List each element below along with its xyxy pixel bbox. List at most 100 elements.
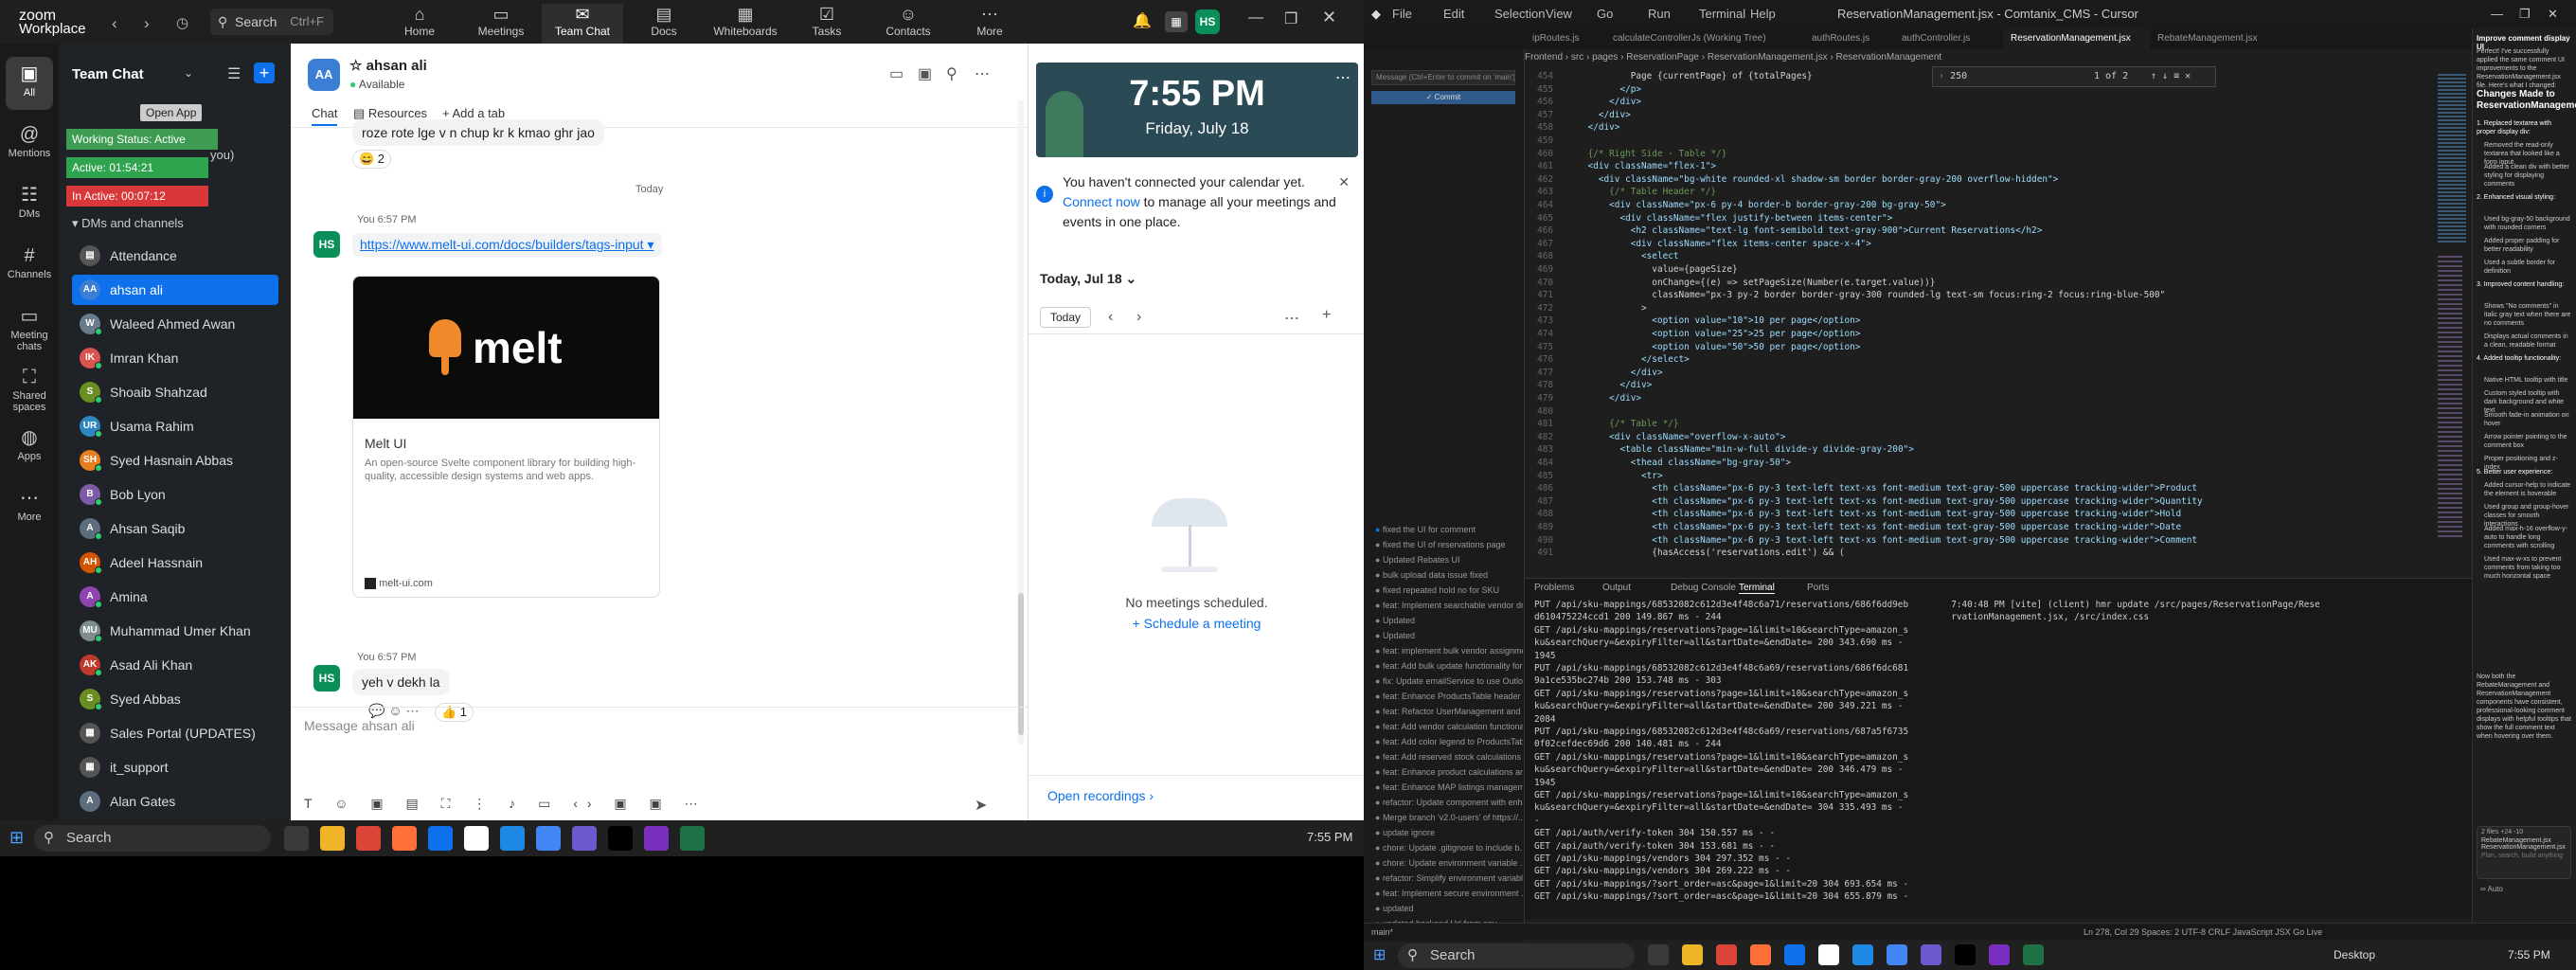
- commit-item[interactable]: ● chore: Update environment variable ...: [1375, 856, 1523, 870]
- sidebar-item-alan-gates[interactable]: A Alan Gates: [72, 786, 278, 817]
- filter-icon[interactable]: ☰: [227, 64, 241, 83]
- commit-item[interactable]: ● Updated: [1375, 614, 1523, 627]
- tab-chat[interactable]: Chat: [312, 106, 338, 126]
- minimap[interactable]: [2434, 66, 2472, 578]
- tab-meetings[interactable]: ▭ Meetings: [460, 4, 542, 44]
- menu-file[interactable]: File: [1392, 0, 1412, 28]
- taskbar-app-icon[interactable]: [572, 826, 597, 851]
- taskbar-app-icon[interactable]: [1887, 944, 1907, 965]
- commit-item[interactable]: ● feat: Enhance MAP listings managemen..…: [1375, 781, 1523, 794]
- maximize-icon[interactable]: ❐: [2519, 0, 2531, 28]
- taskbar-app-icon[interactable]: [536, 826, 561, 851]
- reaction-laugh[interactable]: 😄 2: [352, 150, 392, 169]
- taskbar-app-icon[interactable]: [428, 826, 453, 851]
- tab-add[interactable]: + Add a tab: [442, 106, 505, 120]
- open-app-button[interactable]: Open App: [140, 104, 203, 121]
- terminal-tab-problems[interactable]: Problems: [1534, 583, 1574, 593]
- sidebar-item-adeel-hassnain[interactable]: AH Adeel Hassnain: [72, 548, 278, 578]
- rail-all[interactable]: ▣ All: [6, 57, 53, 110]
- commit-button[interactable]: ✓ Commit: [1371, 91, 1515, 104]
- rail-dms[interactable]: ☷ DMs: [6, 178, 53, 231]
- commit-item[interactable]: ● fix: Update emailService to use Outloo…: [1375, 674, 1523, 688]
- commit-message-input[interactable]: Message (Ctrl+Enter to commit on 'main'): [1371, 70, 1515, 85]
- taskbar-app-icon[interactable]: [1648, 944, 1669, 965]
- forward-icon[interactable]: ›: [144, 14, 150, 33]
- commit-item[interactable]: ● feat: Implement secure environment ...: [1375, 887, 1523, 900]
- tab-home[interactable]: ⌂ Home: [379, 4, 460, 44]
- editor-tab[interactable]: authController.js: [1894, 28, 2003, 49]
- tab-more[interactable]: ⋯ More: [949, 4, 1030, 44]
- terminal-panel[interactable]: Problems Output Debug Console Terminal Ports…: [1525, 578, 2472, 919]
- menu-edit[interactable]: Edit: [1443, 0, 1464, 28]
- chat-scrollbar[interactable]: [1018, 100, 1024, 745]
- sidebar-item-it-support[interactable]: ▦ it_support: [72, 752, 278, 782]
- menu-help[interactable]: Help: [1750, 0, 1776, 28]
- taskbar-app-icon[interactable]: [644, 826, 669, 851]
- commit-item[interactable]: ● feat: Add color legend to ProductsTabl…: [1375, 735, 1523, 748]
- find-input[interactable]: 250: [1950, 71, 1967, 81]
- sidebar-item-syed-abbas[interactable]: S Syed Abbas: [72, 684, 278, 714]
- taskbar-app-icon[interactable]: [1818, 944, 1839, 965]
- close-notice-icon[interactable]: ✕: [1338, 172, 1350, 192]
- more-icon[interactable]: ⋯: [1284, 309, 1299, 328]
- taskbar-search[interactable]: ⚲ Search: [1398, 943, 1635, 968]
- send-icon[interactable]: ➤: [975, 796, 987, 815]
- contact-avatar[interactable]: AA: [308, 59, 340, 91]
- chevron-down-icon[interactable]: ⌄: [184, 66, 193, 80]
- taskbar-app-icon[interactable]: [1682, 944, 1703, 965]
- sidebar-item-attendance[interactable]: ▤ Attendance: [72, 241, 278, 271]
- calendar-day-label[interactable]: Today, Jul 18 ⌄: [1040, 271, 1136, 287]
- sidebar-item-waleed-ahmed-awan[interactable]: W Waleed Ahmed Awan: [72, 309, 278, 339]
- taskbar-app-icon[interactable]: [356, 826, 381, 851]
- new-chat-button[interactable]: +: [254, 63, 275, 83]
- commit-item[interactable]: ● bulk upload data issue fixed: [1375, 568, 1523, 582]
- sidebar-item-usama-rahim[interactable]: UR Usama Rahim: [72, 411, 278, 441]
- maximize-icon[interactable]: ❐: [1284, 9, 1297, 28]
- rail-more[interactable]: ⋯ More: [6, 481, 53, 534]
- editor-status[interactable]: Ln 278, Col 29 Spaces: 2 UTF-8 CRLF Java…: [2084, 924, 2322, 941]
- commit-item[interactable]: ● feat: Enhance product calculations and…: [1375, 765, 1523, 779]
- find-widget[interactable]: › 250 1 of 2 ↑ ↓ ≡ ✕: [1932, 66, 2216, 87]
- taskbar-app-icon[interactable]: [2023, 944, 2044, 965]
- commit-item[interactable]: ● Merge branch 'v2.0-users' of https://.…: [1375, 811, 1523, 824]
- editor-tab[interactable]: ipRoutes.js: [1525, 28, 1605, 49]
- prev-day-icon[interactable]: ‹: [1108, 309, 1113, 326]
- editor-tab[interactable]: RebateManagement.jsx: [2150, 28, 2273, 49]
- compose-toolbar[interactable]: T ☺ ▣ ▤ ⛶ ⋮ ♪ ▭ ‹› ▣ ▣ ⋯: [304, 796, 707, 812]
- bell-icon[interactable]: 🔔: [1133, 11, 1152, 30]
- add-event-icon[interactable]: +: [1322, 307, 1331, 324]
- rail-channels[interactable]: # Channels: [6, 239, 53, 292]
- message-link[interactable]: https://www.melt-ui.com/docs/builders/ta…: [352, 233, 662, 257]
- commit-item[interactable]: ● updated: [1375, 902, 1523, 915]
- next-day-icon[interactable]: ›: [1136, 309, 1141, 326]
- screen-share-icon[interactable]: ▣: [918, 64, 932, 83]
- minimize-icon[interactable]: —: [2491, 0, 2503, 28]
- rail-apps[interactable]: ◍ Apps: [6, 421, 53, 474]
- terminal-tab-ports[interactable]: Ports: [1807, 583, 1829, 593]
- contact-name[interactable]: ☆ ahsan ali: [349, 57, 427, 74]
- tab-whiteboards[interactable]: ▦ Whiteboards: [705, 4, 786, 44]
- tab-docs[interactable]: ▤ Docs: [623, 4, 705, 44]
- sidebar-item-amina[interactable]: A Amina: [72, 582, 278, 612]
- windows-start-icon[interactable]: ⊞: [9, 828, 24, 848]
- message-input[interactable]: Message ahsan ali: [304, 718, 415, 733]
- sidebar-item-asad-ali-khan[interactable]: AK Asad Ali Khan: [72, 650, 278, 680]
- close-icon[interactable]: ✕: [1322, 8, 1336, 27]
- schedule-meeting-link[interactable]: + Schedule a meeting: [1029, 616, 1365, 631]
- open-recordings-link[interactable]: Open recordings ›: [1047, 788, 1154, 803]
- sidebar-item-bob-lyon[interactable]: B Bob Lyon: [72, 479, 278, 510]
- commit-item[interactable]: ● chore: Update .gitignore to include b.…: [1375, 841, 1523, 854]
- rail-mentions[interactable]: @ Mentions: [6, 117, 53, 171]
- today-button[interactable]: Today: [1040, 307, 1092, 328]
- commit-item[interactable]: ● feat: Add vendor calculation functiona…: [1375, 720, 1523, 733]
- commit-item[interactable]: ● Updated Rebates UI: [1375, 553, 1523, 566]
- commit-item[interactable]: ● feat: Refactor UserManagement and am..…: [1375, 705, 1523, 718]
- ai-mode-selector[interactable]: ∞ Auto: [2480, 885, 2503, 893]
- commit-item[interactable]: ● update ignore: [1375, 826, 1523, 839]
- sidebar-item-shoaib-shahzad[interactable]: S Shoaib Shahzad: [72, 377, 278, 407]
- taskbar-app-icon[interactable]: [464, 826, 489, 851]
- changed-file[interactable]: ReservationManagement.jsx: [2478, 844, 2570, 851]
- taskbar-app-icon[interactable]: [680, 826, 705, 851]
- ai-input[interactable]: Plan, search, build anything: [2478, 851, 2570, 861]
- minimize-icon[interactable]: —: [1248, 9, 1263, 27]
